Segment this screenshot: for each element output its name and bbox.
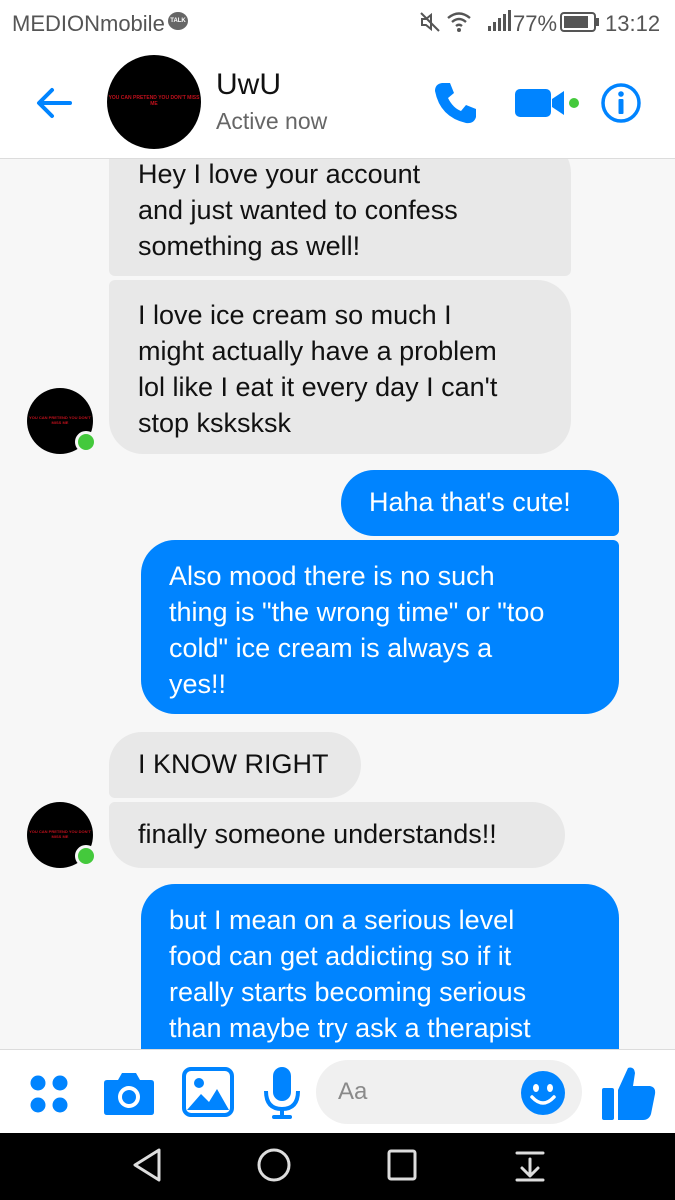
signal-icon xyxy=(488,10,511,31)
online-status-dot xyxy=(75,845,97,867)
video-call-icon[interactable] xyxy=(514,86,586,120)
wifi-icon xyxy=(447,12,471,32)
message-thread[interactable]: Hey I love your account and just wanted … xyxy=(0,159,675,1049)
info-icon[interactable] xyxy=(600,82,642,124)
mute-icon xyxy=(420,12,440,32)
talk-badge-icon: TALK xyxy=(168,12,188,30)
message-bubble-incoming[interactable]: I love ice cream so much I might actuall… xyxy=(109,280,571,454)
composer-bar xyxy=(0,1049,675,1134)
home-nav-icon[interactable] xyxy=(256,1147,292,1183)
message-bubble-outgoing[interactable]: Also mood there is no such thing is "the… xyxy=(141,540,619,714)
battery-icon xyxy=(560,12,599,32)
gallery-image-icon[interactable] xyxy=(182,1067,234,1117)
emoji-icon[interactable] xyxy=(519,1069,567,1117)
back-arrow-icon[interactable] xyxy=(30,80,76,126)
online-status-dot xyxy=(75,431,97,453)
more-actions-icon[interactable] xyxy=(29,1074,69,1114)
camera-icon[interactable] xyxy=(103,1070,155,1116)
battery-percent: 77% xyxy=(513,11,558,36)
avatar-caption: YOU CAN PRETEND YOU DON'T MISS ME xyxy=(29,415,91,425)
contact-name[interactable]: UwU xyxy=(216,68,281,102)
avatar-caption: YOU CAN PRETEND YOU DON'T MISS ME xyxy=(29,829,91,839)
contact-avatar[interactable]: YOU CAN PRETEND YOU DON'T MISS ME xyxy=(107,55,201,149)
microphone-icon[interactable] xyxy=(262,1065,302,1121)
message-bubble-outgoing[interactable]: Haha that's cute! xyxy=(341,470,619,536)
recents-nav-icon[interactable] xyxy=(386,1147,418,1183)
message-bubble-outgoing[interactable]: but I mean on a serious level food can g… xyxy=(141,884,619,1049)
status-bar: MEDIONmobile TALK 77% 13:12 xyxy=(0,0,675,46)
clock: 13:12 xyxy=(605,11,661,36)
contact-status: Active now xyxy=(216,108,328,134)
message-bubble-incoming[interactable]: Hey I love your account and just wanted … xyxy=(109,159,571,276)
back-nav-icon[interactable] xyxy=(130,1147,164,1183)
conversation-header: YOU CAN PRETEND YOU DON'T MISS ME UwU Ac… xyxy=(0,46,675,159)
notification-pulldown-icon[interactable] xyxy=(514,1147,546,1183)
message-bubble-incoming[interactable]: finally someone understands!! xyxy=(109,802,565,868)
message-bubble-incoming[interactable]: I KNOW RIGHT xyxy=(109,732,361,798)
carrier-name: MEDIONmobile xyxy=(12,11,165,36)
phone-call-icon[interactable] xyxy=(432,79,480,127)
avatar-caption: YOU CAN PRETEND YOU DON'T MISS ME xyxy=(108,95,200,107)
thumbs-up-icon[interactable] xyxy=(600,1064,658,1122)
system-navigation-bar xyxy=(0,1133,675,1200)
